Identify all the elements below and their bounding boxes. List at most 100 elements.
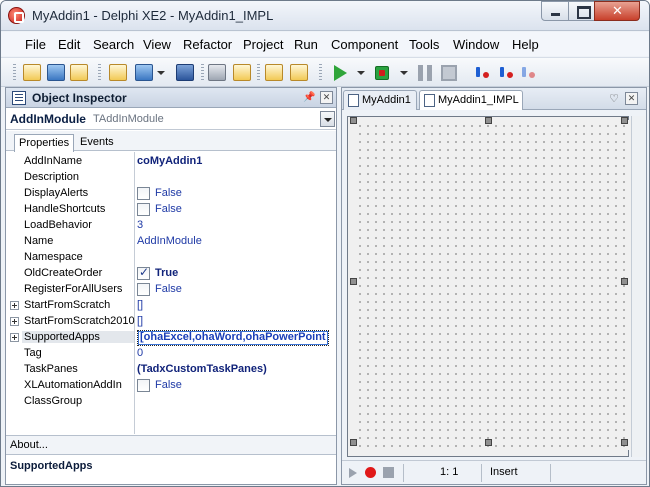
chevron-down-icon[interactable] xyxy=(400,71,408,75)
resize-handle[interactable] xyxy=(350,278,357,285)
property-row[interactable]: StartFromScratch [] xyxy=(6,298,336,314)
tab-properties[interactable]: Properties xyxy=(14,134,75,152)
close-window-button[interactable] xyxy=(594,1,640,21)
property-checkbox[interactable] xyxy=(137,187,150,200)
resize-handle[interactable] xyxy=(350,439,357,446)
property-row[interactable]: Tag 0 xyxy=(6,346,336,362)
property-row[interactable]: RegisterForAllUsers False xyxy=(6,282,336,298)
record-macro-icon[interactable] xyxy=(365,467,376,478)
save-all-icon[interactable] xyxy=(70,64,88,81)
toolbar-grip[interactable] xyxy=(98,64,101,82)
open-file-icon[interactable] xyxy=(135,64,153,81)
property-row[interactable]: OldCreateOrder True xyxy=(6,265,336,282)
property-row-selected[interactable]: SupportedApps [ohaExcel,ohaWord,ohaPower… xyxy=(6,330,336,346)
property-value[interactable]: [] xyxy=(137,299,143,311)
property-row[interactable]: Description xyxy=(6,170,336,186)
expand-icon[interactable] xyxy=(10,317,19,326)
add-to-project-icon[interactable] xyxy=(265,64,283,81)
property-row[interactable]: StartFromScratch2010 [] xyxy=(6,314,336,330)
property-row[interactable]: AddInName coMyAddin1 xyxy=(6,154,336,170)
favorite-icon[interactable]: ♡ xyxy=(607,92,621,106)
menu-search[interactable]: Search xyxy=(93,37,134,52)
property-value-editor[interactable]: [ohaExcel,ohaWord,ohaPowerPoint xyxy=(137,330,329,346)
property-checkbox[interactable] xyxy=(137,283,150,296)
expand-icon[interactable] xyxy=(10,301,19,310)
toggle-form-unit-icon[interactable] xyxy=(208,64,226,81)
component-selector[interactable]: AddInModule TAddInModule xyxy=(6,109,336,130)
property-value[interactable]: [] xyxy=(137,315,143,327)
program-reset-icon[interactable] xyxy=(441,65,457,81)
menu-file[interactable]: File xyxy=(25,37,46,52)
design-surface[interactable] xyxy=(354,120,631,450)
tab-myaddin1[interactable]: MyAddin1 xyxy=(343,90,417,110)
step-over-icon[interactable] xyxy=(499,65,515,81)
property-value[interactable]: coMyAddin1 xyxy=(137,155,202,167)
chevron-down-icon[interactable] xyxy=(357,71,365,75)
menu-help[interactable]: Help xyxy=(512,37,539,52)
resize-handle[interactable] xyxy=(485,117,492,124)
delphi-app-icon[interactable] xyxy=(8,7,25,24)
resize-handle[interactable] xyxy=(350,117,357,124)
menu-window[interactable]: Window xyxy=(453,37,499,52)
property-value[interactable]: (TadxCustomTaskPanes) xyxy=(137,363,267,375)
trace-into-icon[interactable] xyxy=(475,65,491,81)
property-value[interactable]: 0 xyxy=(137,347,143,359)
property-checkbox[interactable] xyxy=(137,379,150,392)
resize-handle[interactable] xyxy=(485,439,492,446)
tab-events[interactable]: Events xyxy=(76,134,118,151)
property-row[interactable]: Namespace xyxy=(6,250,336,266)
title-bar[interactable]: MyAddin1 - Delphi XE2 - MyAddin1_IMPL xyxy=(1,1,649,31)
property-row[interactable]: HandleShortcuts False xyxy=(6,202,336,218)
remove-from-project-icon[interactable] xyxy=(290,64,308,81)
expand-icon[interactable] xyxy=(10,333,19,342)
property-row[interactable]: Name AddInModule xyxy=(6,234,336,250)
form-designer[interactable] xyxy=(347,116,631,457)
toolbar-grip[interactable] xyxy=(201,64,204,82)
toolbar-grip[interactable] xyxy=(319,64,322,82)
property-checkbox[interactable] xyxy=(137,203,150,216)
property-value[interactable]: False xyxy=(155,203,182,215)
property-value[interactable]: False xyxy=(155,379,182,391)
new-form-icon[interactable] xyxy=(233,64,251,81)
pin-icon[interactable]: 📌 xyxy=(303,91,316,104)
open-project-icon[interactable] xyxy=(47,64,65,81)
property-row[interactable]: XLAutomationAddIn False xyxy=(6,378,336,394)
close-icon[interactable]: ✕ xyxy=(625,92,638,105)
resize-handle[interactable] xyxy=(621,278,628,285)
resize-handle[interactable] xyxy=(621,117,628,124)
menu-edit[interactable]: Edit xyxy=(58,37,80,52)
pause-icon[interactable] xyxy=(418,65,432,81)
chevron-down-icon[interactable] xyxy=(157,71,165,75)
new-items-icon[interactable] xyxy=(23,64,41,81)
play-macro-icon[interactable] xyxy=(349,468,357,478)
property-checkbox[interactable] xyxy=(137,265,150,280)
save-icon[interactable] xyxy=(176,64,194,81)
property-row[interactable]: TaskPanes (TadxCustomTaskPanes) xyxy=(6,362,336,378)
run-icon[interactable] xyxy=(334,65,347,81)
new-file-icon[interactable] xyxy=(109,64,127,81)
menu-component[interactable]: Component xyxy=(331,37,398,52)
property-row[interactable]: ClassGroup xyxy=(6,394,336,410)
menu-project[interactable]: Project xyxy=(243,37,283,52)
property-value[interactable]: AddInModule xyxy=(137,235,202,247)
stop-macro-icon[interactable] xyxy=(383,467,394,478)
vertical-scrollbar[interactable] xyxy=(631,116,645,457)
property-value[interactable]: False xyxy=(155,283,182,295)
maximize-button[interactable] xyxy=(568,1,595,21)
menu-run[interactable]: Run xyxy=(294,37,318,52)
property-value[interactable]: 3 xyxy=(137,219,143,231)
property-value[interactable]: False xyxy=(155,187,182,199)
close-icon[interactable]: ✕ xyxy=(320,91,333,104)
chevron-down-icon[interactable] xyxy=(320,111,335,127)
menu-refactor[interactable]: Refactor xyxy=(183,37,232,52)
toolbar-grip[interactable] xyxy=(257,64,260,82)
property-row[interactable]: LoadBehavior 3 xyxy=(6,218,336,234)
menu-view[interactable]: View xyxy=(143,37,171,52)
run-without-debugging-icon[interactable] xyxy=(375,66,389,80)
menu-tools[interactable]: Tools xyxy=(409,37,439,52)
property-row[interactable]: DisplayAlerts False xyxy=(6,186,336,202)
tab-myaddin1-impl[interactable]: MyAddin1_IMPL xyxy=(419,90,523,110)
run-to-cursor-icon[interactable] xyxy=(521,65,537,81)
toolbar-grip[interactable] xyxy=(13,64,16,82)
minimize-button[interactable] xyxy=(541,1,569,21)
